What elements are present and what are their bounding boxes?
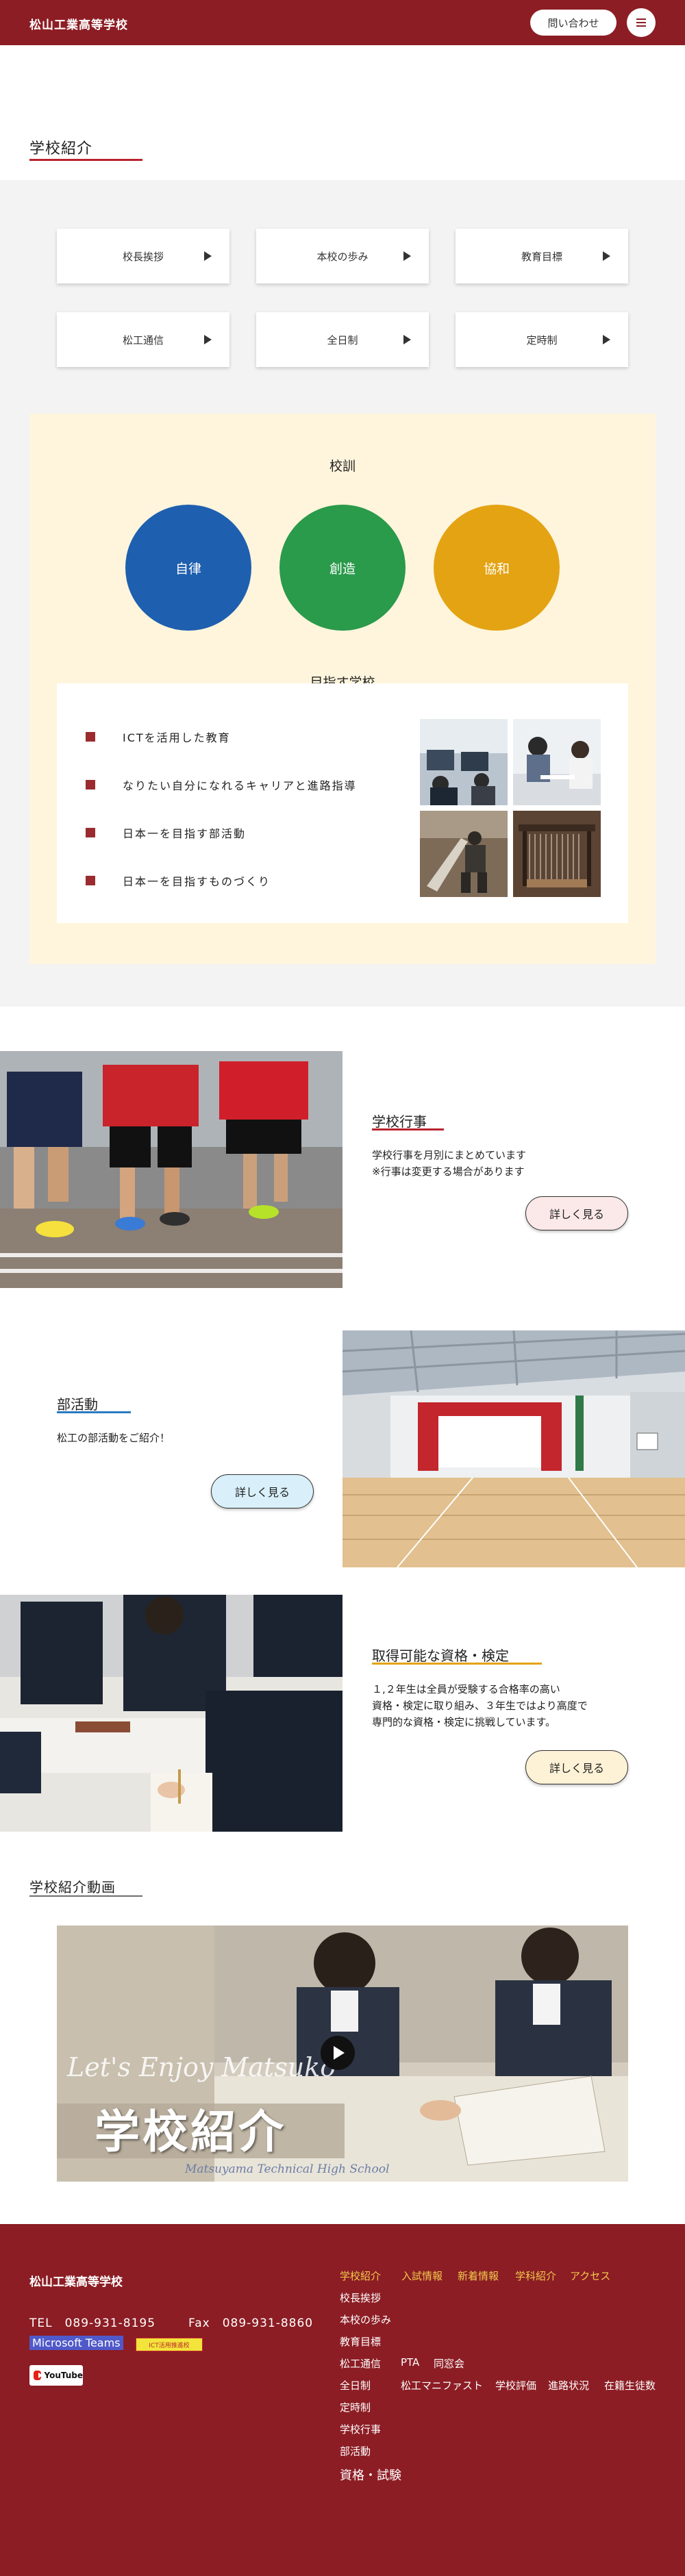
- nav-card-label: 校長挨拶: [122, 250, 164, 263]
- qualifications-more-button[interactable]: 詳しく見る: [525, 1750, 628, 1784]
- footer-tel: TEL 089-931-8195: [29, 2316, 156, 2330]
- nav-card-history[interactable]: 本校の歩み: [256, 229, 429, 283]
- goals-box: ICTを活用した教育 なりたい自分になれるキャリアと進路指導 日本一を目指す部活…: [57, 683, 628, 923]
- contact-button[interactable]: 問い合わせ: [530, 10, 616, 36]
- footer-link-manifest[interactable]: 松工マニファスト: [401, 2378, 483, 2392]
- footer-link-goals[interactable]: 教育目標: [340, 2334, 381, 2349]
- footer-link-fulltime[interactable]: 全日制: [340, 2378, 371, 2392]
- youtube-link[interactable]: YouTube: [29, 2365, 83, 2386]
- ict-badge[interactable]: ICT活用推進校: [136, 2338, 203, 2351]
- nav-card-label: 定時制: [526, 333, 558, 346]
- photo-career-guidance: [513, 719, 601, 805]
- footer-fax: Fax 089-931-8860: [188, 2316, 314, 2330]
- nav-card-news[interactable]: 松工通信: [57, 312, 229, 367]
- footer-link-news[interactable]: 松工通信: [340, 2356, 381, 2371]
- feature-text-clubs: 松工の部活動をご紹介！: [57, 1432, 171, 1444]
- goal-item: なりたい自分になれるキャリアと進路指導: [86, 776, 357, 793]
- footer-link-greeting[interactable]: 校長挨拶: [340, 2290, 381, 2305]
- motto-circle-autonomy: 自律: [125, 505, 251, 631]
- title-underline: [29, 1895, 142, 1897]
- triangle-right-icon: [204, 335, 212, 344]
- footer-nav-departments[interactable]: 学科紹介: [515, 2269, 556, 2283]
- feature-underline: [57, 1411, 131, 1413]
- nav-card-label: 教育目標: [521, 250, 562, 263]
- footer-link-alumni[interactable]: 同窓会: [434, 2356, 464, 2371]
- motto-heading: 校訓: [329, 459, 356, 474]
- video-caption-sub: Matsuyama Technical High School: [185, 2162, 390, 2176]
- motto-circle-creativity: 創造: [279, 505, 406, 631]
- play-icon[interactable]: [321, 2036, 355, 2070]
- clubs-more-button[interactable]: 詳しく見る: [211, 1474, 314, 1508]
- youtube-icon: [34, 2371, 44, 2380]
- goal-item: 日本一を目指すものづくり: [86, 872, 271, 889]
- video-caption-en: Let's Enjoy Matsuko: [67, 2052, 336, 2082]
- photo-gymnasium: [342, 1330, 685, 1567]
- nav-card-parttime[interactable]: 定時制: [456, 312, 628, 367]
- feature-underline: [372, 1128, 444, 1131]
- nav-card-label: 松工通信: [122, 333, 164, 346]
- photo-students-studying: [0, 1595, 342, 1832]
- footer-link-qualifications[interactable]: 資格・試験: [340, 2466, 401, 2484]
- title-underline: [29, 159, 142, 161]
- bullet-square-icon: [86, 876, 95, 885]
- photo-club-activity: [420, 811, 508, 897]
- goal-item: 日本一を目指す部活動: [86, 824, 246, 841]
- site-header: 松山工業高等学校 問い合わせ: [0, 0, 685, 45]
- photo-manufacturing: [513, 811, 601, 897]
- triangle-right-icon: [204, 251, 212, 261]
- motto-panel: 校訓 自律 創造 協和 目指す学校 ICTを活用した教育 なりたい自分になれるキ…: [29, 414, 656, 964]
- photo-events-runners: [0, 1051, 342, 1288]
- feature-text-events: 学校行事を月別にまとめています ※行事は変更する場合があります: [372, 1149, 527, 1178]
- section-title-video: 学校紹介動画: [29, 1879, 116, 1895]
- nav-card-label: 本校の歩み: [316, 250, 369, 263]
- feature-title-clubs: 部活動: [57, 1396, 98, 1413]
- microsoft-teams-link[interactable]: Microsoft Teams: [29, 2336, 123, 2350]
- video-caption-jp: 学校紹介: [95, 2105, 286, 2158]
- site-logo-text[interactable]: 松山工業高等学校: [29, 15, 128, 32]
- events-more-button[interactable]: 詳しく見る: [525, 1196, 628, 1230]
- footer-school-name: 松山工業高等学校: [29, 2275, 123, 2289]
- feature-text-qualifications: １,２年生は全員が受験する合格率の高い 資格・検定に取り組み、３年生ではより高度…: [372, 1683, 588, 1728]
- goal-label: ICTを活用した教育: [123, 731, 231, 744]
- bullet-square-icon: [86, 828, 95, 837]
- triangle-right-icon: [403, 251, 411, 261]
- feature-title-events: 学校行事: [372, 1113, 427, 1130]
- footer-nav-access[interactable]: アクセス: [570, 2269, 610, 2283]
- footer-link-evaluation[interactable]: 学校評価: [495, 2378, 536, 2392]
- footer-link-career[interactable]: 進路状況: [548, 2378, 589, 2392]
- site-footer: 松山工業高等学校 TEL 089-931-8195 Fax 089-931-88…: [0, 2224, 685, 2576]
- nav-card-greeting[interactable]: 校長挨拶: [57, 229, 229, 283]
- triangle-right-icon: [603, 335, 610, 344]
- footer-nav-intro[interactable]: 学校紹介: [340, 2269, 381, 2283]
- motto-circle-harmony: 協和: [434, 505, 560, 631]
- goal-label: 日本一を目指すものづくり: [123, 875, 271, 888]
- footer-link-events[interactable]: 学校行事: [340, 2422, 381, 2436]
- footer-link-pta[interactable]: PTA: [401, 2356, 419, 2369]
- goal-item: ICTを活用した教育: [86, 729, 231, 745]
- nav-card-goals[interactable]: 教育目標: [456, 229, 628, 283]
- footer-link-history[interactable]: 本校の歩み: [340, 2312, 391, 2327]
- triangle-right-icon: [403, 335, 411, 344]
- triangle-right-icon: [603, 251, 610, 261]
- footer-link-enrollment[interactable]: 在籍生徒数: [604, 2378, 656, 2392]
- goal-label: 日本一を目指す部活動: [123, 827, 247, 840]
- goal-label: なりたい自分になれるキャリアと進路指導: [123, 779, 357, 792]
- nav-card-label: 全日制: [327, 333, 358, 346]
- nav-card-fulltime[interactable]: 全日制: [256, 312, 429, 367]
- footer-link-parttime[interactable]: 定時制: [340, 2400, 371, 2414]
- feature-title-qualifications: 取得可能な資格・検定: [372, 1647, 509, 1664]
- footer-link-clubs[interactable]: 部活動: [340, 2444, 371, 2458]
- hamburger-menu-icon[interactable]: [627, 8, 656, 37]
- footer-nav-admissions[interactable]: 入試情報: [401, 2269, 443, 2283]
- youtube-label: YouTube: [44, 2371, 83, 2380]
- section-title-intro: 学校紹介: [29, 140, 93, 157]
- photo-ict-classroom: [420, 719, 508, 805]
- footer-nav-news[interactable]: 新着情報: [458, 2269, 499, 2283]
- bullet-square-icon: [86, 780, 95, 790]
- feature-underline: [372, 1663, 542, 1665]
- bullet-square-icon: [86, 732, 95, 742]
